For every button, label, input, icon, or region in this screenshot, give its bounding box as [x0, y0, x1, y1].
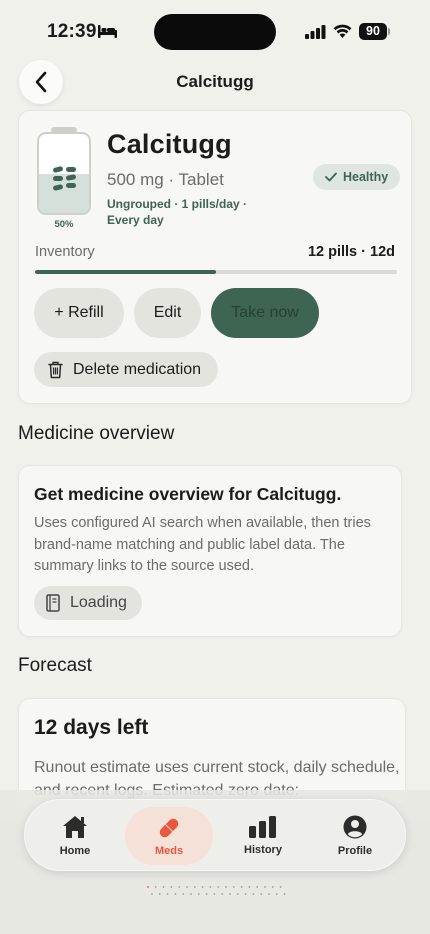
page-dot — [221, 893, 224, 895]
page-dot — [256, 886, 259, 888]
forecast-title: 12 days left — [34, 716, 149, 739]
pill-icon — [52, 165, 64, 174]
page-dot — [271, 886, 274, 888]
medication-dose: 500 mg · Tablet — [107, 170, 224, 189]
inventory-label: Inventory — [35, 244, 95, 260]
bar-chart-icon — [249, 816, 276, 838]
page-dot — [252, 893, 255, 895]
page-dot — [209, 886, 212, 888]
take-now-button[interactable]: Take now — [211, 288, 319, 338]
page-dot — [264, 886, 266, 888]
tab-label: Profile — [337, 845, 373, 857]
page-indicator-dots — [147, 886, 286, 895]
status-bar: 12:39 90 — [0, 0, 430, 62]
overview-section-title: Medicine overview — [18, 423, 175, 444]
page-dot — [178, 886, 181, 888]
page-dot — [244, 893, 247, 895]
pill-icon — [66, 167, 76, 172]
overview-title: Get medicine overview for Calcitugg. — [34, 484, 342, 504]
tab-history[interactable]: History — [218, 800, 308, 872]
pill-icon — [53, 176, 63, 181]
person-icon — [343, 815, 367, 839]
page-dot — [275, 893, 278, 895]
tab-label: Home — [59, 845, 91, 857]
battery-indicator: 90 — [359, 23, 390, 40]
bed-icon — [98, 25, 117, 38]
page-dot — [151, 893, 153, 895]
page-dot — [190, 893, 192, 895]
page-dot — [162, 886, 165, 888]
page-dot — [283, 893, 286, 895]
overview-description: Uses configured AI search when available… — [34, 515, 371, 574]
inventory-progress-fill — [35, 270, 216, 274]
page-dot — [229, 893, 231, 895]
page-dot — [197, 893, 200, 895]
forecast-section-title: Forecast — [18, 655, 92, 676]
page-dot — [279, 886, 282, 888]
page-dot — [158, 893, 161, 895]
tab-bar: Home Meds History Profile — [24, 799, 406, 871]
capsule-icon — [159, 818, 179, 838]
inventory-progress-bar — [35, 270, 397, 274]
overview-card: Get medicine overview for Calcitugg. Use… — [18, 465, 402, 637]
loading-button[interactable]: Loading — [34, 586, 142, 620]
tab-label: History — [244, 844, 282, 856]
page-dot — [166, 893, 169, 895]
status-time: 12:39 — [47, 21, 97, 42]
edit-button[interactable]: Edit — [134, 288, 201, 338]
page-dot — [174, 893, 177, 895]
page-dot — [260, 893, 263, 895]
inventory-value: 12 pills · 12d — [307, 244, 395, 260]
bottle-fill-percent: 50% — [54, 219, 74, 230]
tab-meds[interactable]: Meds — [125, 807, 213, 865]
dynamic-island — [154, 14, 276, 50]
medication-name: Calcitugg — [107, 129, 232, 159]
page-dot — [186, 886, 188, 888]
page-dot — [232, 886, 235, 888]
tab-profile[interactable]: Profile — [310, 800, 400, 872]
page-dot — [154, 886, 157, 888]
page-dot — [205, 893, 208, 895]
refill-button[interactable]: + Refill — [34, 288, 124, 338]
page-dot — [182, 893, 185, 895]
tab-label: Meds — [154, 845, 184, 857]
page-dot — [193, 886, 196, 888]
medication-card: 50% Calcitugg 500 mg · Tablet Ungrouped … — [18, 110, 412, 404]
page-dot — [147, 886, 149, 888]
page-dot — [170, 886, 173, 888]
page-dot — [268, 893, 270, 895]
tab-home[interactable]: Home — [30, 800, 120, 872]
status-badge: Healthy — [313, 164, 401, 190]
page-dot — [240, 886, 243, 888]
medication-schedule: Ungrouped · 1 pills/day · Every day — [107, 197, 248, 227]
battery-level: 90 — [359, 23, 387, 40]
book-icon — [46, 594, 60, 612]
page-dot — [217, 886, 220, 888]
page-dot — [248, 886, 251, 888]
pill-bottle-icon — [37, 127, 91, 215]
page-dot — [225, 886, 227, 888]
page-dot — [201, 886, 204, 888]
pill-icon — [66, 183, 76, 188]
checkmark-icon — [325, 172, 337, 182]
delete-medication-button[interactable]: Delete medication — [34, 352, 218, 387]
page-title: Calcitugg — [176, 72, 254, 91]
wifi-icon — [333, 24, 352, 38]
page-dot — [213, 893, 216, 895]
signal-icon — [305, 25, 326, 39]
trash-icon — [48, 361, 63, 378]
page-dot — [236, 893, 239, 895]
bottle-fill-level — [39, 173, 89, 213]
house-icon — [63, 816, 87, 838]
